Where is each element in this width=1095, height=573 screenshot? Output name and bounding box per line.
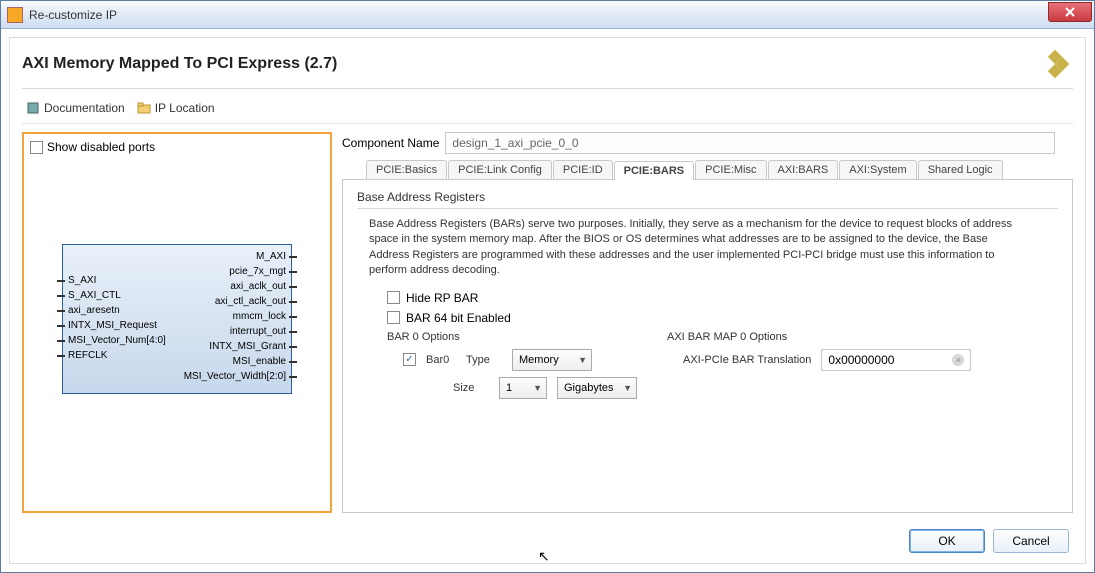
port-left: REFCLK bbox=[57, 348, 166, 363]
show-disabled-label: Show disabled ports bbox=[47, 140, 155, 154]
tab-pcie-id[interactable]: PCIE:ID bbox=[553, 160, 613, 179]
bar64-label: BAR 64 bit Enabled bbox=[406, 311, 511, 325]
config-panel: Component Name PCIE:Basics PCIE:Link Con… bbox=[342, 132, 1073, 513]
translation-row: AXI-PCIe BAR Translation 0x00000000 × bbox=[683, 349, 971, 371]
size-label: Size bbox=[453, 382, 489, 394]
bar0-column: BAR 0 Options Bar0 Type Memory▼ Size bbox=[357, 331, 637, 405]
ip-location-label: IP Location bbox=[155, 101, 215, 115]
close-icon bbox=[1065, 7, 1075, 17]
hide-rp-row: Hide RP BAR bbox=[387, 291, 1058, 305]
tab-pcie-bars[interactable]: PCIE:BARS bbox=[614, 161, 695, 180]
ip-block-wrap: S_AXI S_AXI_CTL axi_aresetn INTX_MSI_Req… bbox=[30, 244, 324, 394]
inner-panel: AXI Memory Mapped To PCI Express (2.7) D… bbox=[9, 37, 1086, 564]
port-right: pcie_7x_mgt bbox=[184, 264, 297, 279]
component-name-row: Component Name bbox=[342, 132, 1073, 154]
tab-pcie-basics[interactable]: PCIE:Basics bbox=[366, 160, 447, 179]
cancel-button[interactable]: Cancel bbox=[993, 529, 1069, 553]
component-name-label: Component Name bbox=[342, 136, 439, 150]
close-button[interactable] bbox=[1048, 2, 1092, 22]
section-description: Base Address Registers (BARs) serve two … bbox=[369, 217, 1019, 279]
port-right: axi_ctl_aclk_out bbox=[184, 294, 297, 309]
tabs: PCIE:Basics PCIE:Link Config PCIE:ID PCI… bbox=[366, 160, 1073, 179]
size-select[interactable]: 1▼ bbox=[499, 377, 547, 399]
tab-axi-bars[interactable]: AXI:BARS bbox=[768, 160, 839, 179]
port-right: interrupt_out bbox=[184, 324, 297, 339]
ip-location-link[interactable]: IP Location bbox=[133, 99, 219, 117]
bar0-type-row: Bar0 Type Memory▼ bbox=[403, 349, 637, 371]
bar0-size-row: Size 1▼ Gigabytes▼ bbox=[403, 377, 637, 399]
bar-columns: BAR 0 Options Bar0 Type Memory▼ Size bbox=[357, 331, 1058, 405]
window-title: Re-customize IP bbox=[29, 8, 117, 22]
show-disabled-row: Show disabled ports bbox=[30, 140, 324, 154]
port-right: INTX_MSI_Grant bbox=[184, 339, 297, 354]
port-right: MSI_Vector_Width[2:0] bbox=[184, 369, 297, 384]
content: AXI Memory Mapped To PCI Express (2.7) D… bbox=[1, 29, 1094, 572]
type-label: Type bbox=[466, 354, 502, 366]
schematic-panel: Show disabled ports S_AXI S_AXI_CTL axi_… bbox=[22, 132, 332, 513]
port-left: MSI_Vector_Num[4:0] bbox=[57, 333, 166, 348]
ip-block: S_AXI S_AXI_CTL axi_aresetn INTX_MSI_Req… bbox=[62, 244, 292, 394]
port-left: INTX_MSI_Request bbox=[57, 318, 166, 333]
translation-value: 0x00000000 bbox=[828, 353, 894, 367]
bar64-row: BAR 64 bit Enabled bbox=[387, 311, 1058, 325]
tab-axi-system[interactable]: AXI:System bbox=[839, 160, 916, 179]
hide-rp-label: Hide RP BAR bbox=[406, 291, 478, 305]
size-unit-select[interactable]: Gigabytes▼ bbox=[557, 377, 637, 399]
cursor-icon: ↖ bbox=[538, 548, 550, 565]
translation-label: AXI-PCIe BAR Translation bbox=[683, 354, 811, 366]
chevron-down-icon: ▼ bbox=[623, 383, 632, 393]
port-left: S_AXI_CTL bbox=[57, 288, 166, 303]
component-name-input[interactable] bbox=[445, 132, 1055, 154]
dialog-header: AXI Memory Mapped To PCI Express (2.7) bbox=[22, 46, 1073, 89]
map0-group-title: AXI BAR MAP 0 Options bbox=[667, 331, 971, 343]
titlebar: Re-customize IP bbox=[1, 1, 1094, 29]
app-icon bbox=[7, 7, 23, 23]
tab-body: Base Address Registers Base Address Regi… bbox=[342, 179, 1073, 513]
type-select[interactable]: Memory▼ bbox=[512, 349, 592, 371]
port-right: axi_aclk_out bbox=[184, 279, 297, 294]
chevron-down-icon: ▼ bbox=[533, 383, 542, 393]
section-title: Base Address Registers bbox=[357, 190, 1058, 209]
book-icon bbox=[26, 101, 40, 115]
clear-icon[interactable]: × bbox=[952, 354, 964, 366]
window: Re-customize IP AXI Memory Mapped To PCI… bbox=[0, 0, 1095, 573]
documentation-link[interactable]: Documentation bbox=[22, 99, 129, 117]
translation-input[interactable]: 0x00000000 × bbox=[821, 349, 971, 371]
dialog-buttons: OK Cancel bbox=[909, 529, 1069, 553]
port-left: S_AXI bbox=[57, 273, 166, 288]
hide-rp-checkbox[interactable] bbox=[387, 291, 400, 304]
bar64-checkbox[interactable] bbox=[387, 311, 400, 324]
toolbar: Documentation IP Location bbox=[22, 95, 1073, 124]
documentation-label: Documentation bbox=[44, 101, 125, 115]
bar0-label: Bar0 bbox=[426, 354, 456, 366]
bar0-checkbox[interactable] bbox=[403, 353, 416, 366]
tab-pcie-link-config[interactable]: PCIE:Link Config bbox=[448, 160, 552, 179]
port-right: M_AXI bbox=[184, 249, 297, 264]
port-left: axi_aresetn bbox=[57, 303, 166, 318]
port-right: MSI_enable bbox=[184, 354, 297, 369]
bar0-group-title: BAR 0 Options bbox=[387, 331, 637, 343]
dialog-title: AXI Memory Mapped To PCI Express (2.7) bbox=[22, 55, 337, 73]
map0-column: AXI BAR MAP 0 Options AXI-PCIe BAR Trans… bbox=[667, 331, 971, 405]
main-row: Show disabled ports S_AXI S_AXI_CTL axi_… bbox=[22, 132, 1073, 513]
tab-shared-logic[interactable]: Shared Logic bbox=[918, 160, 1003, 179]
ok-button[interactable]: OK bbox=[909, 529, 985, 553]
folder-icon bbox=[137, 101, 151, 115]
vendor-logo-icon bbox=[1037, 46, 1073, 82]
chevron-down-icon: ▼ bbox=[578, 355, 587, 365]
tab-pcie-misc[interactable]: PCIE:Misc bbox=[695, 160, 766, 179]
port-right: mmcm_lock bbox=[184, 309, 297, 324]
show-disabled-checkbox[interactable] bbox=[30, 141, 43, 154]
